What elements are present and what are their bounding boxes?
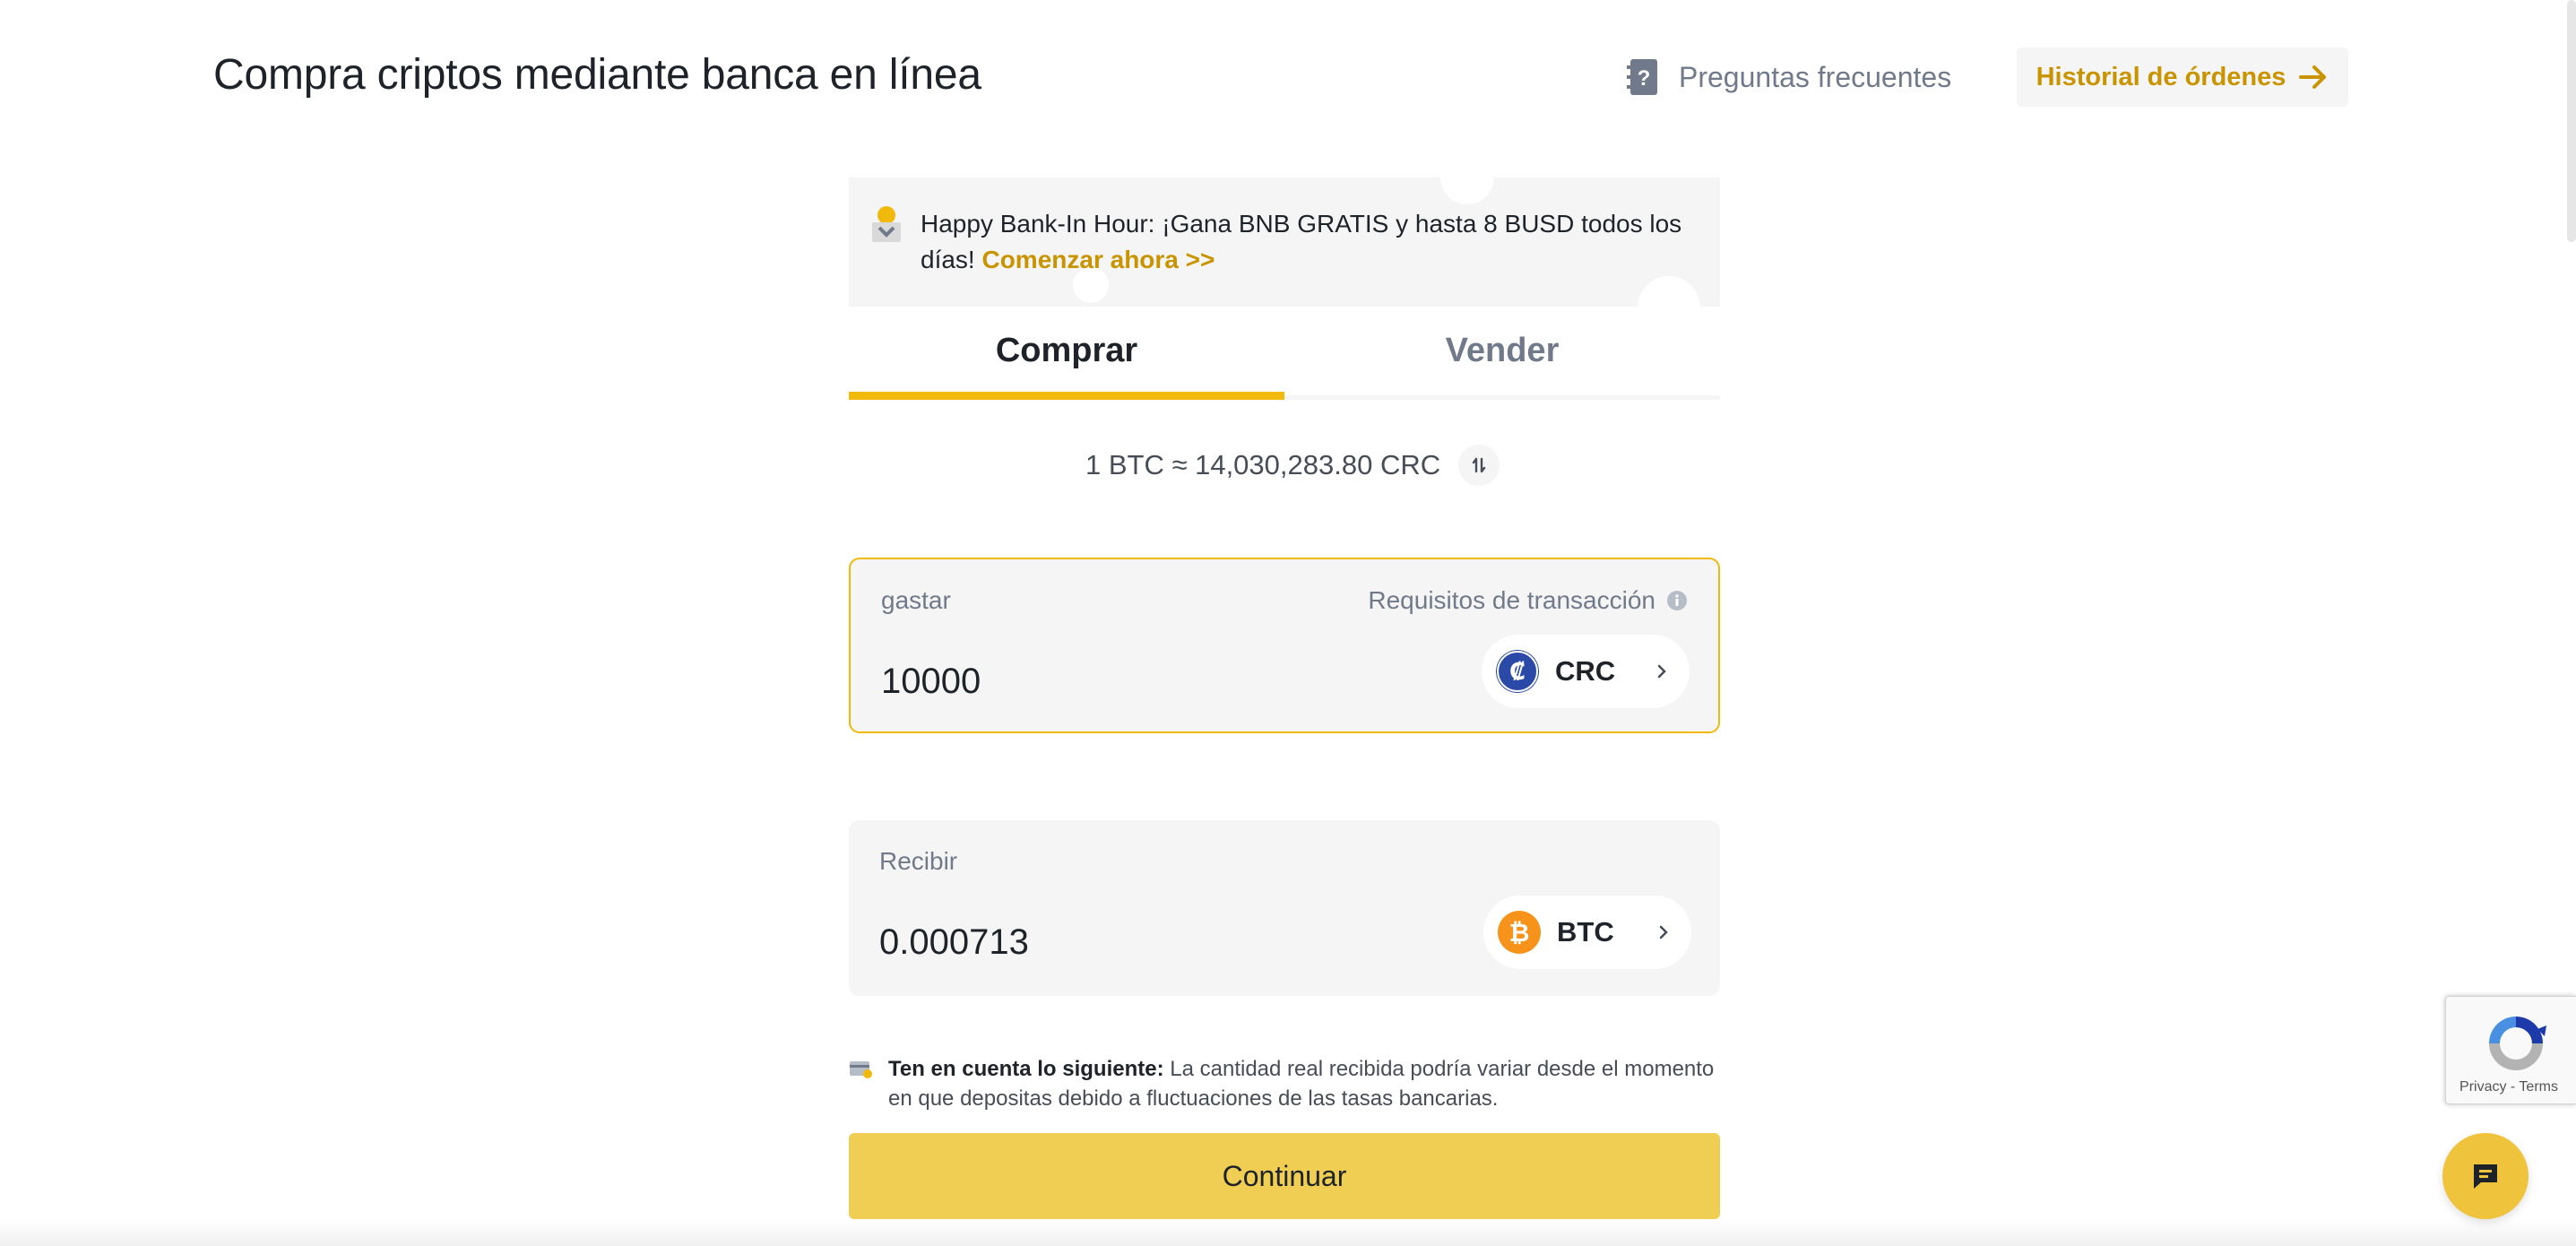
swap-rate-button[interactable] — [1458, 445, 1500, 486]
banner-start-link[interactable]: Comenzar ahora >> — [981, 246, 1215, 273]
recaptcha-badge[interactable]: Privacy - Terms — [2445, 996, 2576, 1104]
banner-text: Happy Bank-In Hour: ¡Gana BNB GRATIS y h… — [921, 206, 1691, 278]
page-title: Compra criptos mediante banca en línea — [213, 51, 981, 99]
trade-tabs: Comprar Vender — [849, 307, 1720, 400]
chevron-right-icon — [1659, 925, 1668, 939]
receive-currency-selector[interactable]: ₿ BTC — [1483, 896, 1691, 969]
tab-sell[interactable]: Vender — [1284, 307, 1720, 395]
tab-buy[interactable]: Comprar — [849, 307, 1284, 400]
order-history-button[interactable]: Historial de órdenes — [2017, 48, 2348, 107]
svg-text:?: ? — [1638, 66, 1651, 91]
swap-icon — [1472, 457, 1486, 473]
receive-amount-input[interactable] — [879, 919, 1381, 965]
svg-text:₿: ₿ — [1509, 918, 1530, 947]
notice-text: Ten en cuenta lo siguiente: La cantidad … — [888, 1054, 1722, 1113]
spend-currency-code: CRC — [1555, 655, 1616, 687]
recaptcha-icon — [2489, 1017, 2546, 1070]
bottom-shadow — [0, 1219, 2576, 1246]
colon-coin-icon: ₡ — [1496, 650, 1539, 693]
gift-box-icon — [872, 206, 901, 242]
notice-strong: Ten en cuenta lo siguiente: — [888, 1057, 1164, 1081]
continue-button[interactable]: Continuar — [849, 1133, 1720, 1219]
transaction-requirements-label: Requisitos de transacción — [1368, 586, 1655, 614]
chat-button[interactable] — [2442, 1133, 2528, 1219]
svg-text:₡: ₡ — [1509, 659, 1526, 686]
spend-label: gastar — [881, 586, 951, 614]
page-scrollbar[interactable] — [2567, 0, 2576, 242]
faq-label: Preguntas frecuentes — [1679, 60, 1952, 93]
arrow-right-icon — [2299, 65, 2327, 89]
receive-panel: Recibir ₿ BTC — [849, 820, 1720, 996]
info-icon[interactable] — [1666, 590, 1688, 611]
receive-currency-code: BTC — [1557, 916, 1614, 947]
faq-book-icon: ? — [1627, 59, 1657, 95]
faq-link[interactable]: ? Preguntas frecuentes — [1627, 57, 1951, 97]
recaptcha-links[interactable]: Privacy - Terms — [2446, 1079, 2572, 1095]
receive-label: Recibir — [879, 847, 958, 875]
exchange-rate: 1 BTC ≈ 14,030,283.80 CRC — [1085, 445, 1500, 486]
card-note-icon — [850, 1061, 872, 1078]
banner-decoration — [1440, 177, 1494, 204]
bitcoin-icon: ₿ — [1498, 911, 1541, 954]
transaction-requirements[interactable]: Requisitos de transacción — [1368, 586, 1688, 615]
spend-currency-selector[interactable]: ₡ CRC — [1482, 635, 1690, 708]
spend-panel: gastar Requisitos de transacción ₡ CRC — [849, 558, 1720, 733]
chevron-right-icon — [1657, 664, 1666, 679]
chat-icon — [2474, 1164, 2497, 1189]
spend-amount-input[interactable] — [881, 658, 1383, 705]
banner-decoration — [1638, 276, 1700, 307]
promo-banner: Happy Bank-In Hour: ¡Gana BNB GRATIS y h… — [849, 177, 1720, 307]
exchange-rate-text: 1 BTC ≈ 14,030,283.80 CRC — [1085, 449, 1441, 480]
order-history-label: Historial de órdenes — [2036, 62, 2286, 91]
